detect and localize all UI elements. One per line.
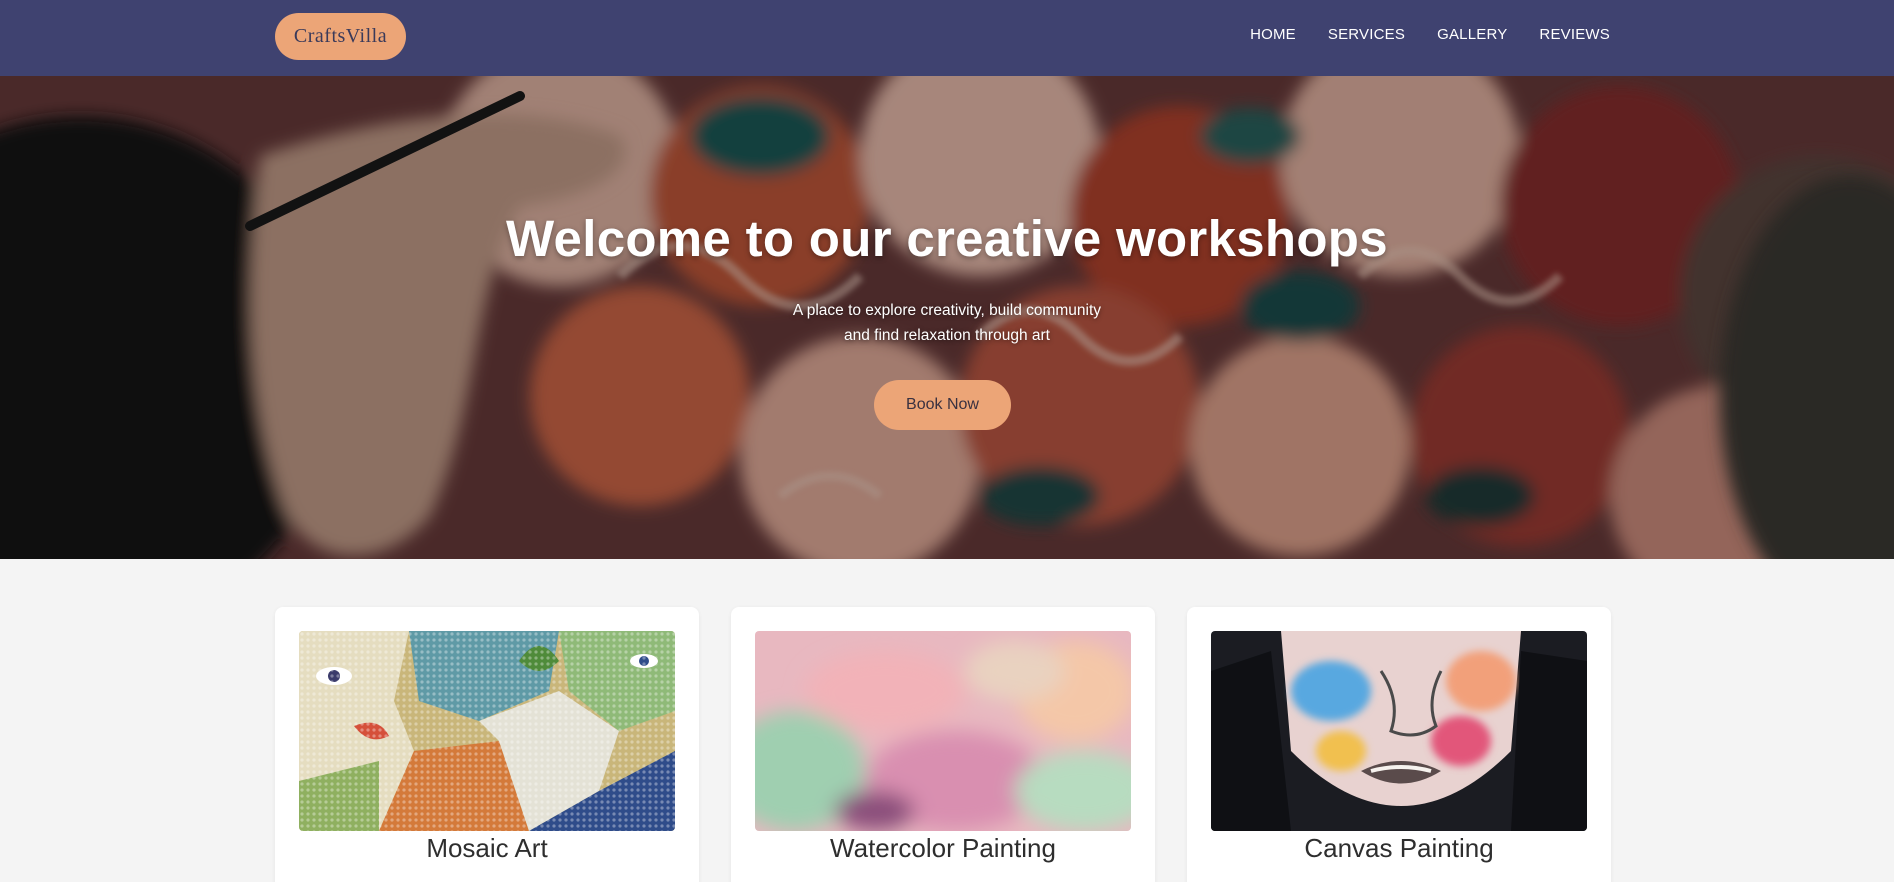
mosaic-art-image [299, 631, 675, 831]
card-title-watercolor: Watercolor Painting [830, 833, 1056, 863]
nav-reviews-link[interactable]: REVIEWS [1539, 26, 1610, 43]
hero-subtitle-line2: and find relaxation through art [844, 327, 1050, 344]
nav-services-link[interactable]: SERVICES [1328, 26, 1405, 43]
canvas-painting-image [1211, 631, 1587, 831]
nav-menu: HOME SERVICES GALLERY REVIEWS [1250, 26, 1610, 43]
hero-subtitle: A place to explore creativity, build com… [0, 298, 1894, 348]
workshops-section: Mosaic Art Watercolor Painting Canvas Pa… [275, 607, 1611, 882]
hero-subtitle-line1: A place to explore creativity, build com… [792, 302, 1102, 319]
nav-gallery-link[interactable]: GALLERY [1437, 26, 1507, 43]
brand-logo[interactable]: CraftsVilla [275, 13, 406, 60]
workshop-card-watercolor[interactable]: Watercolor Painting [731, 607, 1155, 882]
nav-home-link[interactable]: HOME [1250, 26, 1296, 43]
hero-title: Welcome to our creative workshops [506, 210, 1388, 267]
hero-section: Welcome to our creative workshops A plac… [0, 76, 1894, 559]
book-now-button[interactable]: Book Now [874, 380, 1011, 430]
watercolor-painting-image [755, 631, 1131, 831]
card-title-canvas: Canvas Painting [1304, 833, 1494, 863]
card-title-mosaic: Mosaic Art [426, 833, 548, 863]
navbar: CraftsVilla HOME SERVICES GALLERY REVIEW… [0, 0, 1894, 76]
workshop-card-mosaic[interactable]: Mosaic Art [275, 607, 699, 882]
workshop-card-canvas[interactable]: Canvas Painting [1187, 607, 1611, 882]
